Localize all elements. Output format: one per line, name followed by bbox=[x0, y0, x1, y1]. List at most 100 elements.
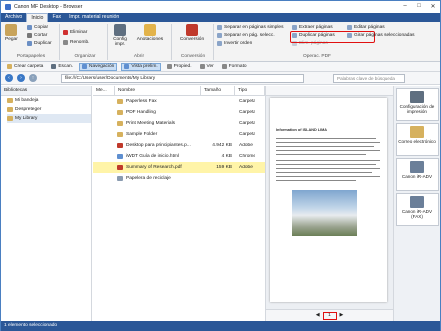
folder-icon bbox=[117, 132, 123, 137]
toolbar: Crear carpeta Escan. Navegación Vista pr… bbox=[1, 62, 440, 72]
edit-pages-icon bbox=[347, 25, 352, 30]
col-name[interactable]: Nombre bbox=[115, 86, 201, 95]
rename-icon bbox=[63, 40, 68, 45]
output-panel: Configuración de impresión Correo electr… bbox=[393, 86, 440, 321]
printer-icon bbox=[114, 24, 126, 36]
tab-inicio[interactable]: Inicio bbox=[26, 13, 49, 22]
col-type[interactable]: Tipo bbox=[235, 86, 265, 95]
mail-icon bbox=[410, 126, 424, 138]
list-header: Me... Nombre Tamaño Tipo bbox=[93, 86, 265, 96]
ribbon-tabs: Archivo Inicio Fax Impr. material reunió… bbox=[1, 13, 440, 22]
col-size[interactable]: Tamaño bbox=[201, 86, 235, 95]
close-button[interactable]: ✕ bbox=[426, 1, 440, 11]
fax-icon bbox=[410, 196, 424, 208]
list-item[interactable]: Sample Folder Carpeta bbox=[93, 129, 265, 140]
properties-button[interactable]: Propied. bbox=[165, 63, 194, 71]
duplicate-icon bbox=[27, 41, 32, 46]
duplicate-button[interactable]: Duplicar bbox=[27, 41, 52, 46]
html-icon bbox=[117, 154, 123, 159]
delete-button[interactable]: Eliminar bbox=[63, 30, 87, 35]
tree-item-despreteger[interactable]: Despreteger bbox=[7, 105, 91, 114]
copy-icon bbox=[27, 25, 32, 30]
tree-item-mi-bandeja[interactable]: Mi bandeja bbox=[7, 96, 91, 105]
list-item-selected[interactable]: Summary of Research.pdf 159 KB Adobe bbox=[93, 162, 265, 173]
page-number-field[interactable]: 1 bbox=[322, 311, 337, 320]
search-input[interactable]: Palabras clave de búsqueda bbox=[333, 74, 405, 83]
separate-simple-button[interactable]: Separar en páginas simples bbox=[217, 25, 283, 30]
copy-button[interactable]: Copiar bbox=[27, 25, 48, 30]
tab-fax[interactable]: Fax bbox=[48, 13, 65, 22]
rename-button[interactable]: Renomb. bbox=[63, 40, 89, 45]
reverse-order-button[interactable]: Invertir orden bbox=[217, 41, 252, 46]
list-item[interactable]: Papelera de reciclaje bbox=[93, 173, 265, 184]
scan-button[interactable]: Escan. bbox=[49, 63, 75, 71]
path-field[interactable]: file:///C:/Users/user/Documents/My Libra… bbox=[61, 74, 304, 83]
tree-header: Bibliotecas bbox=[1, 86, 91, 96]
prev-page-icon[interactable]: ◀ bbox=[316, 313, 320, 318]
separate-select-button[interactable]: Separar en pág. selecc. bbox=[217, 33, 275, 38]
tab-impr-material[interactable]: Impr. material reunión bbox=[65, 13, 123, 22]
preview-pane: Information of ISLAND LIMA ◀ 1 ▶ bbox=[265, 86, 393, 321]
list-item[interactable]: iWDT Guía de inicio.html 4 KB Chrome bbox=[93, 151, 265, 162]
col-me[interactable]: Me... bbox=[93, 86, 115, 95]
config-print-button[interactable]: Config impr. bbox=[109, 24, 131, 47]
folder-icon bbox=[7, 98, 13, 103]
main-window: Canon MF Desktop - Browser – □ ✕ Archivo… bbox=[0, 0, 441, 331]
view-icon bbox=[199, 64, 205, 69]
group-pdf: Operac. PDF bbox=[303, 54, 331, 59]
next-page-icon[interactable]: ▶ bbox=[340, 313, 344, 318]
list-item[interactable]: PDF Handling Carpeta bbox=[93, 107, 265, 118]
delete-icon bbox=[63, 30, 68, 35]
rotate-pages-button[interactable]: Girar páginas seleccionadas bbox=[347, 33, 415, 38]
list-item[interactable]: Desktop para principiantes.p... 4.942 KB A… bbox=[93, 140, 265, 151]
title-bar: Canon MF Desktop - Browser – □ ✕ bbox=[1, 1, 440, 13]
preview-icon bbox=[124, 64, 130, 69]
folder-icon bbox=[7, 107, 13, 112]
window-title: Canon MF Desktop - Browser bbox=[14, 4, 83, 10]
printer-icon bbox=[410, 91, 424, 103]
tree-item-my-library[interactable]: My Library bbox=[7, 114, 91, 123]
group-conversion: Conversión bbox=[180, 54, 206, 59]
annotations-button[interactable]: Anotaciones bbox=[132, 24, 168, 42]
clipboard-icon bbox=[5, 24, 18, 36]
minimize-button[interactable]: – bbox=[398, 1, 412, 11]
navigation-button[interactable]: Navegación bbox=[79, 62, 118, 71]
cut-button[interactable]: Cortar bbox=[27, 33, 47, 38]
split-select-icon bbox=[217, 33, 222, 38]
list-item[interactable]: Print Meeting Materials Carpeta bbox=[93, 118, 265, 129]
tab-archivo[interactable]: Archivo bbox=[1, 13, 26, 22]
email-button[interactable]: Correo electrónico bbox=[395, 123, 439, 156]
properties-icon bbox=[166, 64, 172, 69]
folder-icon bbox=[7, 64, 12, 69]
view-button[interactable]: Ver bbox=[198, 63, 216, 71]
paste-button[interactable]: Pegar bbox=[5, 24, 18, 42]
edit-pages-button[interactable]: Editar páginas bbox=[347, 25, 385, 30]
pdf-icon bbox=[117, 165, 123, 170]
format-button[interactable]: Formato bbox=[220, 63, 249, 71]
canon-ir-adv-fax-button[interactable]: Canon iR-ADV (FAX) bbox=[395, 193, 439, 226]
maximize-button[interactable]: □ bbox=[412, 1, 426, 11]
printer-icon bbox=[410, 161, 424, 173]
app-icon bbox=[5, 4, 11, 10]
folder-icon bbox=[117, 99, 123, 104]
canon-ir-adv-button[interactable]: Canon iR-ADV bbox=[395, 158, 439, 191]
doc-title: Information of ISLAND LIMA bbox=[276, 128, 328, 132]
document-page: Information of ISLAND LIMA bbox=[270, 98, 387, 302]
scanner-icon bbox=[51, 64, 57, 69]
scissors-icon bbox=[27, 33, 32, 38]
pdf-icon bbox=[117, 143, 123, 148]
print-settings-button[interactable]: Configuración de impresión bbox=[395, 88, 439, 121]
back-icon[interactable]: ‹ bbox=[5, 74, 13, 82]
extract-icon bbox=[292, 25, 297, 30]
create-folder-button[interactable]: Crear carpeta bbox=[5, 63, 45, 71]
ribbon: Pegar Copiar Cortar Duplicar Portapapele… bbox=[1, 22, 440, 62]
group-organizar: Organizar bbox=[74, 54, 96, 59]
preview-button[interactable]: Vista prelim. bbox=[121, 62, 161, 71]
extract-pages-button[interactable]: Extraer páginas bbox=[292, 25, 333, 30]
forward-icon[interactable]: › bbox=[17, 74, 25, 82]
list-item[interactable]: Paperless Fax Carpeta bbox=[93, 96, 265, 107]
format-icon bbox=[221, 64, 227, 69]
up-icon[interactable]: ↑ bbox=[29, 74, 37, 82]
recycle-bin-icon bbox=[117, 176, 123, 181]
conversion-button[interactable]: Conversión bbox=[173, 24, 211, 42]
